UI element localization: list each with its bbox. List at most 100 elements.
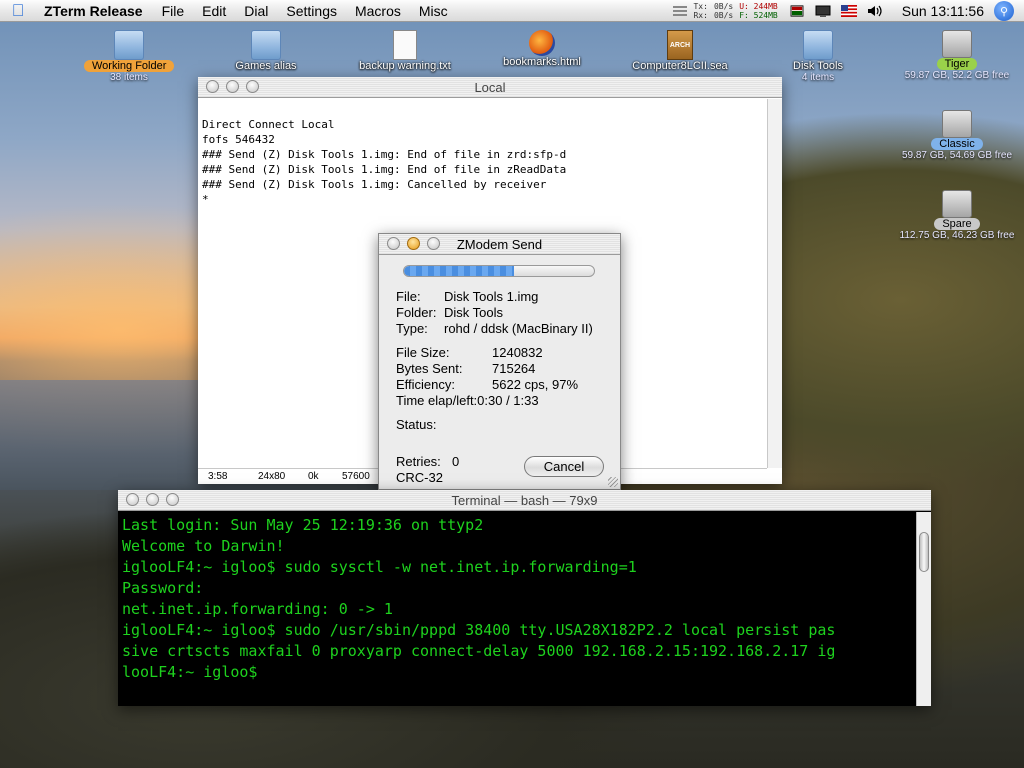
output-line: ### Send (Z) Disk Tools 1.img: End of fi… [202, 148, 567, 161]
menu-macros[interactable]: Macros [346, 3, 410, 19]
terminal-output[interactable]: Last login: Sun May 25 12:19:36 on ttyp2… [118, 512, 916, 706]
terminal-line: iglooLF4:~ igloo$ sudo /usr/sbin/pppd 38… [122, 621, 836, 639]
folder-row: Folder: Disk Tools [396, 305, 503, 320]
status-size: 24x80 [258, 471, 286, 482]
hard-disk-icon [942, 190, 972, 218]
desktop-icon-computer8lcii[interactable]: ARCH Computer8LCII.sea [628, 30, 732, 72]
file-label: File: [396, 289, 421, 304]
efficiency-label: Efficiency: [396, 377, 456, 392]
output-line: Direct Connect Local [202, 118, 335, 131]
display-icon[interactable] [815, 5, 831, 17]
menu-misc[interactable]: Misc [410, 3, 457, 19]
transfer-progress-bar [403, 265, 595, 277]
desktop-icon-working-folder[interactable]: Working Folder 38 items [84, 30, 175, 83]
grid-meter-icon[interactable] [672, 5, 688, 17]
menu-file[interactable]: File [153, 3, 194, 19]
icon-sublabel: 38 items [110, 72, 148, 83]
bytes-sent-row: Bytes Sent: 715264 [396, 361, 535, 376]
icon-label: Working Folder [84, 60, 175, 72]
status-label: Status: [396, 417, 437, 432]
archive-icon: ARCH [667, 30, 693, 60]
time-value: 0:30 / 1:33 [477, 393, 539, 408]
rx-label: Rx: [693, 11, 708, 20]
icon-label: Disk Tools [793, 60, 843, 72]
terminal-titlebar[interactable]: Terminal — bash — 79x9 [118, 490, 931, 511]
menu-settings[interactable]: Settings [277, 3, 346, 19]
terminal-line: Welcome to Darwin! [122, 537, 285, 555]
filesize-label: File Size: [396, 345, 450, 360]
icon-sublabel: 112.75 GB, 46.23 GB free [899, 230, 1015, 241]
terminal-scrollbar[interactable] [916, 512, 931, 706]
desktop-icon-disk-tools[interactable]: Disk Tools 4 items [778, 30, 858, 83]
output-line: ### Send (Z) Disk Tools 1.img: Cancelled… [202, 178, 547, 191]
window-title: Terminal — bash — 79x9 [451, 493, 598, 508]
retries-row: Retries: 0 [396, 454, 459, 469]
efficiency-value: 5622 cps, 97% [492, 377, 579, 392]
hard-disk-icon [942, 110, 972, 138]
icon-label: Spare [934, 218, 980, 230]
terminal-line: Password: [122, 579, 204, 597]
rx-rate: 0B/s [713, 11, 734, 20]
zoom-icon[interactable] [246, 80, 259, 93]
terminal-line: sive crtscts maxfail 0 proxyarp connect-… [122, 642, 836, 660]
menu-bar:  ZTerm Release File Edit Dial Settings … [0, 0, 1024, 22]
minimize-icon[interactable] [407, 237, 420, 250]
memory-used: U: 244MB [739, 2, 778, 11]
icon-label: bookmarks.html [503, 56, 581, 68]
menu-clock[interactable]: Sun 13:11:56 [888, 3, 994, 19]
folder-icon [803, 30, 833, 60]
minimize-icon[interactable] [226, 80, 239, 93]
desktop-icon-backup-warning[interactable]: backup warning.txt [348, 30, 462, 72]
time-row: Time elap/left:0:30 / 1:33 [396, 393, 539, 408]
bytes-sent-label: Bytes Sent: [396, 361, 463, 376]
close-icon[interactable] [126, 493, 139, 506]
retries-label: Retries: [396, 454, 441, 469]
zoom-icon[interactable] [166, 493, 179, 506]
terminal-window: Terminal — bash — 79x9 Last login: Sun M… [118, 490, 931, 706]
status-buffer: 0k [308, 471, 319, 482]
type-label: Type: [396, 321, 428, 336]
volume-icon[interactable] [867, 5, 883, 17]
network-monitor[interactable]: Tx: Rx: 0B/s 0B/s U: 244MB F: 524MB [693, 2, 783, 20]
us-flag-icon[interactable] [840, 5, 857, 17]
apple-menu-icon[interactable]:  [0, 1, 36, 21]
tx-rate: 0B/s [713, 2, 734, 11]
close-icon[interactable] [206, 80, 219, 93]
icon-label: Tiger [936, 58, 978, 70]
desktop-icon-classic-disk[interactable]: Classic 59.87 GB, 54.69 GB free [898, 110, 1016, 161]
menu-edit[interactable]: Edit [193, 3, 235, 19]
app-menu[interactable]: ZTerm Release [36, 3, 153, 19]
close-icon[interactable] [387, 237, 400, 250]
scrollbar-thumb[interactable] [919, 532, 929, 572]
memory-bar-icon[interactable] [789, 5, 805, 17]
type-row: Type: rohd / ddsk (MacBinary II) [396, 321, 593, 336]
zoom-icon[interactable] [427, 237, 440, 250]
folder-icon [114, 30, 144, 60]
firefox-document-icon [529, 30, 555, 56]
spotlight-icon[interactable]: ⚲ [994, 1, 1014, 21]
progress-fill [404, 266, 515, 276]
desktop-icon-bookmarks[interactable]: bookmarks.html [494, 30, 590, 68]
file-row: File: Disk Tools 1.img [396, 289, 538, 304]
desktop-icon-tiger-disk[interactable]: Tiger 59.87 GB, 52.2 GB free [900, 30, 1014, 81]
menu-dial[interactable]: Dial [235, 3, 277, 19]
file-value: Disk Tools 1.img [444, 289, 539, 304]
hard-disk-icon [942, 30, 972, 58]
local-titlebar[interactable]: Local [198, 77, 782, 98]
zmodem-titlebar[interactable]: ZModem Send [379, 234, 620, 255]
status-baud: 57600 [342, 471, 370, 482]
filesize-value: 1240832 [492, 345, 543, 360]
zmodem-send-dialog: ZModem Send File: Disk Tools 1.img Folder… [378, 233, 621, 490]
local-scrollbar[interactable] [767, 99, 782, 468]
status-row: Status: [396, 417, 436, 432]
time-label: Time elap/left: [396, 393, 478, 408]
icon-label: Games alias [235, 60, 297, 72]
resize-grip-icon[interactable] [608, 477, 618, 487]
bytes-sent-value: 715264 [492, 361, 536, 376]
icon-label: backup warning.txt [359, 60, 451, 72]
cancel-button[interactable]: Cancel [524, 456, 604, 477]
desktop-icon-games-alias[interactable]: Games alias [226, 30, 306, 72]
terminal-line: looLF4:~ igloo$ [122, 663, 258, 681]
minimize-icon[interactable] [146, 493, 159, 506]
desktop-icon-spare-disk[interactable]: Spare 112.75 GB, 46.23 GB free [896, 190, 1018, 241]
